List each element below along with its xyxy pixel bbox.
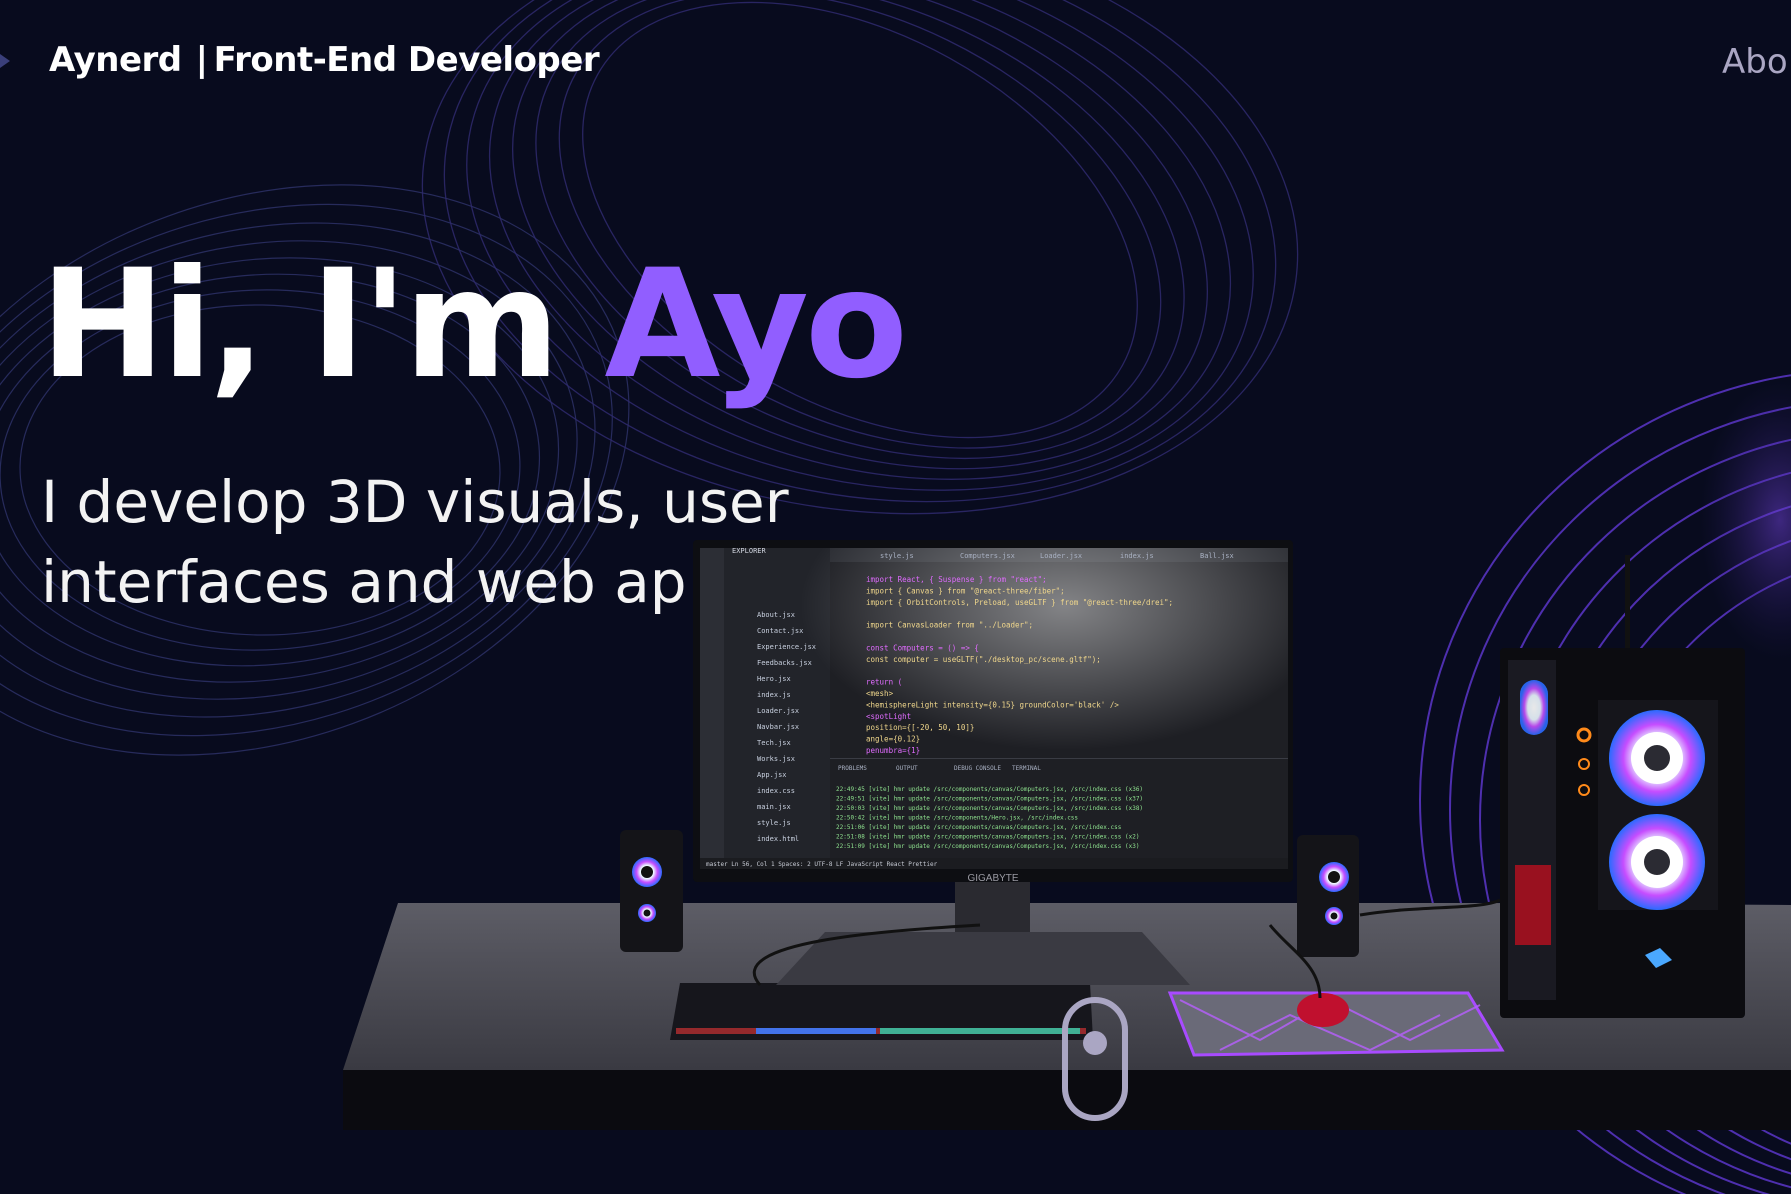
brand-separator: | [195,40,208,80]
hero-subtitle-line-1: I develop 3D visuals, user [41,468,789,536]
hero-title: Hi, I'm Ayo [40,250,908,400]
hero-name: Ayo [604,238,908,412]
hero-subtitle: I develop 3D visuals, user interfaces an… [41,462,841,622]
scroll-indicator[interactable] [1062,997,1128,1121]
right-glow [1700,380,1791,660]
scroll-dot [1083,1031,1107,1055]
navbar: Aynerd | Front-End Developer Abo [0,0,1791,130]
hero-subtitle-line-2: interfaces and web ap [41,548,687,616]
nav-link-about[interactable]: Abo [1722,42,1788,82]
brand-link[interactable]: Aynerd | Front-End Developer [49,40,600,80]
logo-icon[interactable] [0,52,14,70]
brand-role: Front-End Developer [213,40,600,80]
brand-name: Aynerd [49,40,182,80]
hero-greeting: Hi, I'm [40,238,605,412]
